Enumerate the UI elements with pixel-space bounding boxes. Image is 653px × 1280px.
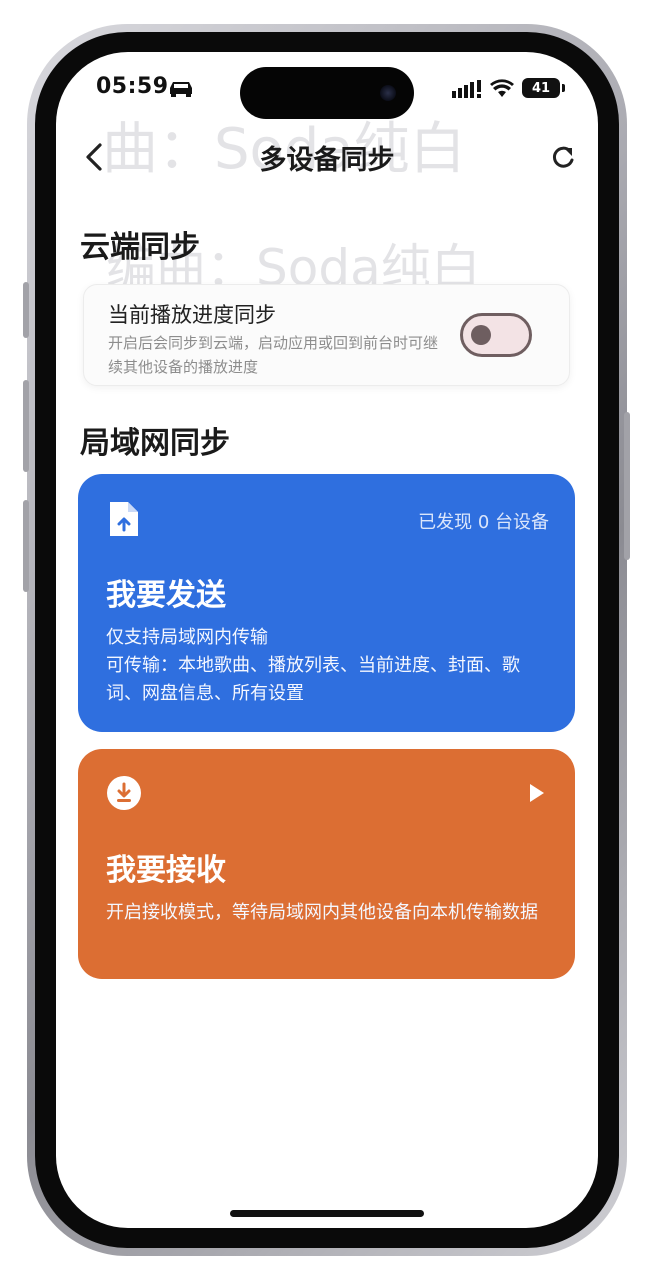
file-upload-icon [110, 502, 138, 536]
home-indicator[interactable] [230, 1210, 424, 1217]
wifi-icon [490, 79, 514, 97]
battery-icon: 41 [522, 78, 565, 98]
side-button-volume-down [23, 500, 29, 592]
send-card[interactable]: 已发现 0 台设备 我要发送 仅支持局域网内传输 可传输：本地歌曲、播放列表、当… [78, 474, 575, 732]
send-card-description: 仅支持局域网内传输 可传输：本地歌曲、播放列表、当前进度、封面、歌词、网盘信息、… [106, 627, 520, 704]
toggle-knob [471, 325, 491, 345]
dynamic-island [240, 67, 414, 119]
send-card-title: 我要发送 [106, 578, 226, 613]
section-title-lan-sync: 局域网同步 [80, 426, 230, 461]
receive-card[interactable]: 我要接收 开启接收模式，等待局域网内其他设备向本机传输数据 [78, 749, 575, 979]
cloud-sync-card: 当前播放进度同步 开启后会同步到云端，启动应用或回到前台时可继续其他设备的播放进… [83, 284, 570, 386]
side-button-action [23, 282, 29, 338]
receive-card-description: 开启接收模式，等待局域网内其他设备向本机传输数据 [106, 902, 538, 923]
device-count-status: 已发现 0 台设备 [418, 512, 549, 533]
status-time: 05:59 [96, 74, 169, 99]
refresh-button[interactable] [548, 140, 578, 174]
page-title: 多设备同步 [259, 145, 395, 176]
download-circle-icon [107, 776, 141, 810]
progress-sync-title: 当前播放进度同步 [108, 303, 276, 327]
camera-icon [380, 85, 396, 101]
progress-sync-toggle[interactable] [460, 313, 532, 357]
play-arrow-icon [530, 784, 544, 802]
side-button-volume-up [23, 380, 29, 472]
receive-card-title: 我要接收 [106, 853, 226, 888]
signal-icon [452, 80, 481, 98]
section-title-cloud-sync: 云端同步 [80, 230, 200, 265]
side-button-power [624, 412, 630, 560]
car-icon [170, 82, 192, 97]
screen: 曲：Soda纯白 编曲：Soda纯白 05:59 41 多设备同步 云端同步 当… [56, 52, 598, 1228]
progress-sync-description: 开启后会同步到云端，启动应用或回到前台时可继续其他设备的播放进度 [108, 334, 439, 376]
